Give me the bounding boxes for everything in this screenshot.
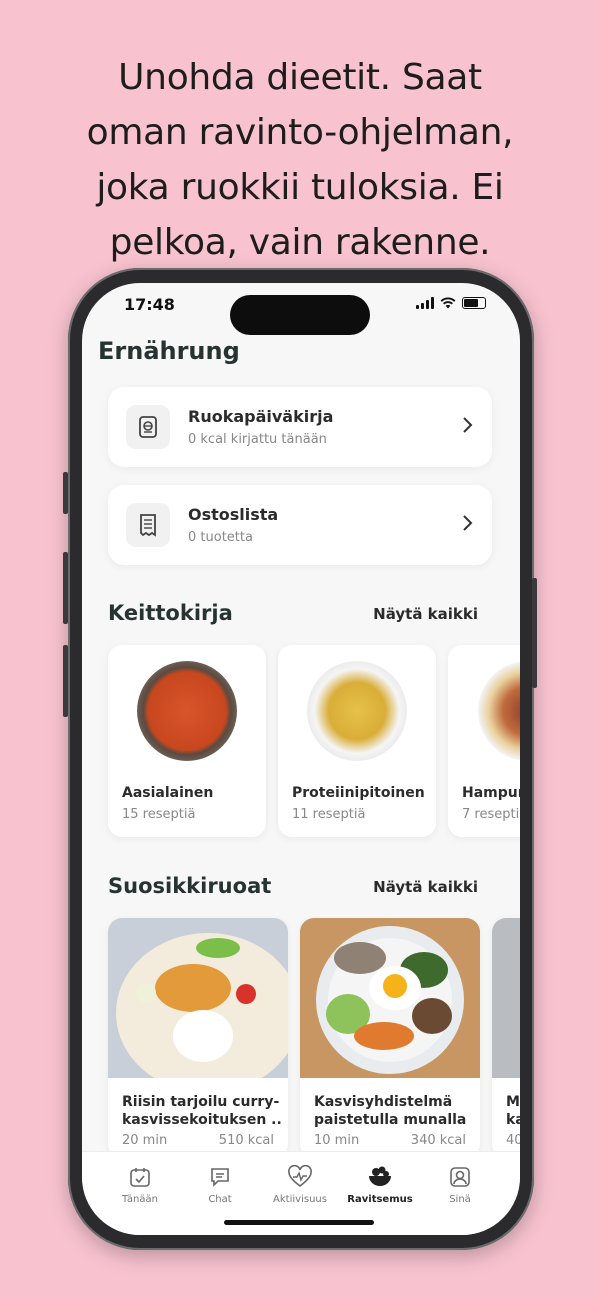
favorites-show-all-link[interactable]: Näytä kaikki [373, 878, 478, 896]
recipe-name-line: ka [506, 1112, 520, 1128]
recipe-name: Riisin tarjoilu curry- kasvissekoituksen… [122, 1093, 282, 1129]
favorites-title: Suosikkiruoat [108, 874, 272, 898]
tab-nutrition[interactable]: Ravitsemus [340, 1164, 420, 1205]
recipe-time: 10 min [314, 1133, 360, 1148]
status-icons [416, 297, 486, 309]
heart-pulse-icon [260, 1164, 340, 1190]
vegetable-egg-bowl-image [300, 918, 480, 1078]
headline-line: joka ruokkii tuloksia. Ei [96, 167, 504, 208]
promo-headline: Unohda dieetit. Saat oman ravinto-ohjelm… [0, 50, 600, 270]
profile-icon [420, 1164, 500, 1190]
card-title: Ostoslista [188, 505, 279, 524]
protein-dish-image [307, 661, 407, 761]
cookbook-category-card[interactable]: Hampuri 7 resepti [448, 645, 520, 837]
card-title: Ruokapäiväkirja [188, 407, 334, 426]
favorite-recipe-card[interactable]: Riisin tarjoilu curry- kasvissekoituksen… [108, 918, 288, 1158]
shopping-list-card[interactable]: Ostoslista 0 tuotetta [108, 485, 492, 565]
calendar-check-icon [100, 1164, 180, 1190]
wifi-icon [440, 297, 456, 309]
recipe-name-line: kasvissekoituksen ... [122, 1112, 282, 1128]
burger-dish-image [478, 661, 520, 761]
recipe-name: Kasvisyhdistelmä paistetulla munalla [314, 1093, 474, 1129]
tab-today[interactable]: Tänään [100, 1164, 180, 1205]
recipe-time: 40 [506, 1133, 520, 1148]
cookbook-category-card[interactable]: Proteiinipitoinen 11 reseptiä [278, 645, 436, 837]
chat-icon [180, 1164, 260, 1190]
signal-icon [416, 297, 434, 309]
curry-rice-image [108, 918, 288, 1078]
status-time: 17:48 [124, 295, 175, 314]
recipe-name: M ka [506, 1093, 520, 1129]
card-subtitle: 0 kcal kirjattu tänään [188, 432, 327, 447]
page-title: Ernährung [98, 337, 240, 365]
recipe-time: 20 min [122, 1133, 168, 1148]
volume-up-button [63, 552, 68, 624]
chevron-right-icon [462, 415, 474, 440]
recipe-kcal: 340 kcal [410, 1133, 466, 1148]
favorite-recipe-card[interactable]: Kasvisyhdistelmä paistetulla munalla 10 … [300, 918, 480, 1158]
recipe-meta: 20 min 510 kcal [122, 1133, 274, 1148]
category-name: Proteiinipitoinen [292, 785, 425, 801]
tab-profile[interactable]: Sinä [420, 1164, 500, 1205]
recipe-name-line: paistetulla munalla [314, 1112, 467, 1128]
dynamic-island [230, 295, 370, 335]
recipe-meta: 40 [506, 1133, 520, 1148]
recipe-meta: 10 min 340 kcal [314, 1133, 466, 1148]
cookbook-title: Keittokirja [108, 601, 233, 625]
journal-icon [126, 405, 170, 449]
volume-down-button [63, 645, 68, 717]
battery-icon [462, 297, 486, 309]
asian-dish-image [137, 661, 237, 761]
recipe-name-line: M [506, 1094, 520, 1110]
category-count: 11 reseptiä [292, 807, 366, 822]
tab-label: Chat [208, 1194, 232, 1205]
home-indicator[interactable] [224, 1220, 374, 1225]
headline-line: Unohda dieetit. Saat [118, 57, 482, 98]
category-name: Hampuri [462, 785, 520, 801]
tab-label: Ravitsemus [347, 1194, 413, 1205]
cookbook-show-all-link[interactable]: Näytä kaikki [373, 605, 478, 623]
card-subtitle: 0 tuotetta [188, 530, 253, 545]
cookbook-category-card[interactable]: Aasialainen 15 reseptiä [108, 645, 266, 837]
tab-label: Aktiivisuus [273, 1194, 327, 1205]
mute-switch [63, 472, 68, 514]
tab-label: Sinä [449, 1194, 471, 1205]
recipe-name-line: Riisin tarjoilu curry- [122, 1094, 280, 1110]
phone-screen: 17:48 Ernährung Ruokapäiväkirja 0 kcal k… [82, 283, 520, 1235]
headline-line: pelkoa, vain rakenne. [109, 222, 491, 263]
tab-label: Tänään [121, 1194, 158, 1205]
tab-activity[interactable]: Aktiivisuus [260, 1164, 340, 1205]
shopping-list-icon [126, 503, 170, 547]
recipe-kcal: 510 kcal [218, 1133, 274, 1148]
chevron-right-icon [462, 513, 474, 538]
category-count: 15 reseptiä [122, 807, 196, 822]
tab-chat[interactable]: Chat [180, 1164, 260, 1205]
food-diary-card[interactable]: Ruokapäiväkirja 0 kcal kirjattu tänään [108, 387, 492, 467]
food-bowl-icon [340, 1164, 420, 1190]
favorite-recipe-card[interactable]: M ka 40 [492, 918, 520, 1158]
headline-line: oman ravinto-ohjelman, [86, 112, 514, 153]
category-count: 7 resepti [462, 807, 520, 822]
recipe-name-line: Kasvisyhdistelmä [314, 1094, 453, 1110]
category-name: Aasialainen [122, 785, 214, 801]
recipe-image [492, 918, 520, 1078]
power-button [532, 578, 537, 688]
